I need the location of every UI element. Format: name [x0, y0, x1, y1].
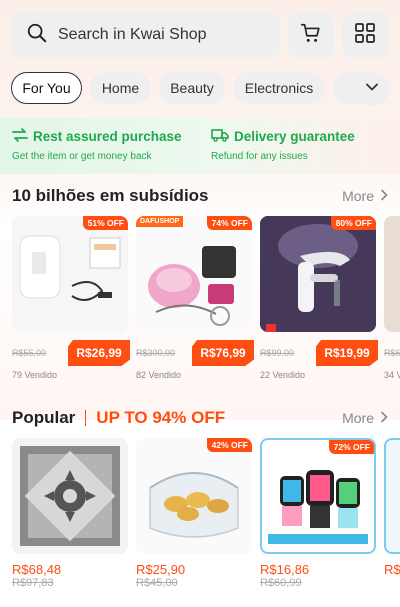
sold-count: 79 Vendido — [12, 370, 58, 380]
guarantee-subtitle: Refund for any issues — [211, 151, 308, 162]
section-title: Popular — [12, 408, 76, 427]
subsidy-product-row: 51% OFF R$55,00 R$26,99 79 Vendido DAFUS… — [12, 216, 400, 386]
sale-price: R$25,90 — [136, 562, 186, 577]
tab-beauty[interactable]: Beauty — [159, 72, 225, 104]
sold-count: 34 V — [384, 370, 400, 380]
search-icon — [26, 22, 48, 49]
guarantee-subtitle: Get the item or get money back — [12, 151, 152, 162]
cart-icon — [300, 22, 322, 49]
product-image: 80% OFF — [260, 216, 376, 332]
sale-price: R$ — [384, 562, 400, 577]
tab-label: Electronics — [244, 80, 314, 96]
promo-text: UP TO 94% OFF — [85, 409, 225, 426]
tab-label: Beauty — [170, 80, 214, 96]
shop-tag: DAFUSHOP — [136, 216, 184, 227]
product-image: 42% OFF — [136, 438, 252, 554]
guarantee-title: Rest assured purchase — [33, 129, 182, 144]
more-label: More — [342, 188, 374, 204]
sold-count: 82 Vendido — [136, 370, 182, 380]
product-card[interactable]: R$ — [384, 438, 400, 577]
sale-price: R$26,99 — [68, 340, 130, 366]
search-placeholder: Search in Kwai Shop — [58, 26, 207, 43]
sale-price: R$16,86 — [260, 562, 310, 577]
product-image — [12, 438, 128, 554]
product-card[interactable]: 42% OFF R$25,90 R$45,00 — [136, 438, 252, 589]
expand-tabs-button[interactable] — [355, 72, 389, 106]
sale-price: R$19,99 — [316, 340, 378, 366]
guarantee-title: Delivery guarantee — [234, 129, 355, 144]
product-card[interactable]: DAFUSHOP 74% OFF R$300,00 R$76,99 82 Ven… — [136, 216, 254, 380]
product-card[interactable]: R$68,48 R$97,83 — [12, 438, 128, 589]
tab-label: For You — [22, 80, 71, 96]
chevron-right-icon — [380, 188, 388, 204]
product-image — [384, 438, 400, 554]
discount-badge: 72% OFF — [328, 440, 374, 454]
subsidy-more-link[interactable]: More — [342, 188, 388, 204]
original-price: R$97,83 — [12, 577, 54, 589]
search-bar[interactable]: Search in Kwai Shop — [12, 12, 280, 58]
category-tabs: For You Home Beauty Electronics — [11, 72, 400, 106]
discount-badge: 74% OFF — [206, 216, 252, 230]
popular-more-link[interactable]: More — [342, 410, 388, 426]
product-image: DAFUSHOP 74% OFF — [136, 216, 252, 332]
rest-assured-purchase: Rest assured purchase Get the item or ge… — [12, 128, 182, 162]
popular-section-header: Popular UP TO 94% OFF More — [12, 405, 388, 431]
tab-electronics[interactable]: Electronics — [233, 72, 325, 104]
categories-button[interactable] — [342, 12, 388, 58]
more-label: More — [342, 410, 374, 426]
product-card[interactable]: 51% OFF R$55,00 R$26,99 79 Vendido — [12, 216, 130, 380]
sold-count: 22 Vendido — [260, 370, 306, 380]
original-price: R$6 — [384, 348, 400, 358]
sale-price: R$76,99 — [192, 340, 254, 366]
top-bar: Search in Kwai Shop — [12, 12, 390, 60]
refund-arrows-icon — [12, 128, 28, 145]
sale-price: R$68,48 — [12, 562, 62, 577]
product-card[interactable]: 80% OFF R$99,00 R$19,99 22 Vendido — [260, 216, 378, 380]
tab-for-you[interactable]: For You — [11, 72, 82, 104]
product-image: 72% OFF — [260, 438, 376, 554]
discount-badge: 51% OFF — [82, 216, 128, 230]
original-price: R$60,99 — [260, 577, 302, 589]
discount-badge: 42% OFF — [206, 438, 252, 452]
original-price: R$300,00 — [136, 348, 176, 358]
product-image — [384, 216, 400, 332]
original-price: R$99,00 — [260, 348, 295, 358]
original-price: R$45,00 — [136, 577, 178, 589]
product-image: 51% OFF — [12, 216, 128, 332]
chevron-down-icon — [365, 80, 379, 99]
tab-label: Home — [101, 80, 140, 96]
grid-icon — [355, 22, 375, 48]
product-card[interactable]: 72% OFF R$16,86 R$60,99 — [260, 438, 376, 589]
guarantee-banner[interactable]: Rest assured purchase Get the item or ge… — [0, 118, 400, 174]
chevron-right-icon — [380, 410, 388, 426]
section-title: 10 bilhões em subsídios — [12, 186, 209, 205]
discount-badge: 80% OFF — [330, 216, 376, 230]
cart-button[interactable] — [288, 12, 334, 58]
original-price: R$55,00 — [12, 348, 47, 358]
product-card[interactable]: R$6 34 V — [384, 216, 400, 380]
truck-icon — [211, 128, 229, 145]
subsidy-section-header: 10 bilhões em subsídios More — [12, 183, 388, 209]
popular-product-row: R$68,48 R$97,83 42% OFF R$25,90 R$45,00 — [12, 438, 400, 607]
tab-home[interactable]: Home — [90, 72, 151, 104]
delivery-guarantee: Delivery guarantee Refund for any issues — [211, 128, 355, 162]
